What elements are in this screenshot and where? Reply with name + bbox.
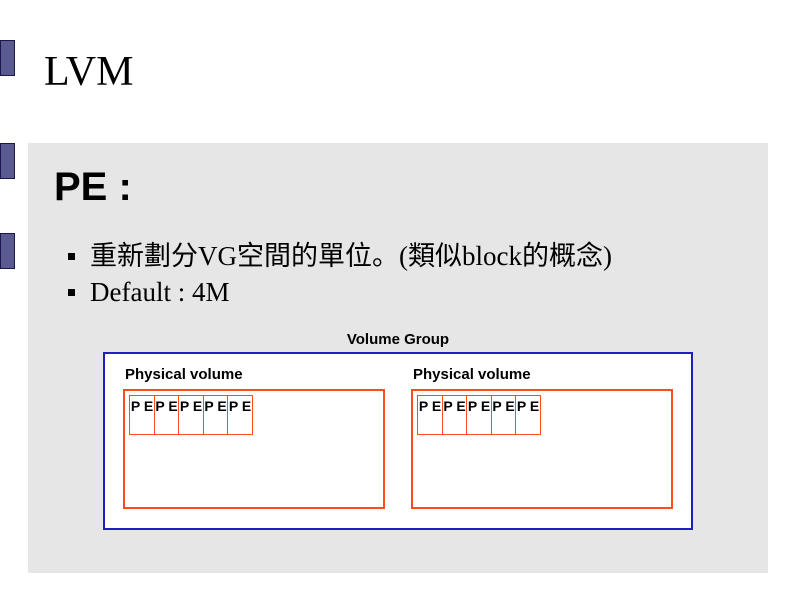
pe-cell: P E <box>417 395 443 435</box>
subheading: PE : <box>54 165 742 210</box>
slide-title-area: LVM <box>28 40 768 120</box>
slide-left-marks <box>0 0 28 595</box>
pe-cell: P E <box>491 395 517 435</box>
pe-cell: P E <box>466 395 492 435</box>
pv-box: P E P E P E P E P E <box>411 389 673 509</box>
pv-label: Physical volume <box>411 366 673 383</box>
physical-volume: Physical volume P E P E P E P E P E <box>411 366 673 516</box>
bullet-list: 重新劃分VG空間的單位。(類似block的概念) Default : 4M <box>54 238 742 311</box>
pv-box: P E P E P E P E P E <box>123 389 385 509</box>
volume-group-diagram: Volume Group Physical volume P E P E P E… <box>103 331 693 530</box>
pe-cell: P E <box>203 395 229 435</box>
bullet-item: Default : 4M <box>68 274 742 310</box>
mark <box>0 143 15 179</box>
pe-cell: P E <box>154 395 180 435</box>
pe-cell: P E <box>515 395 541 435</box>
bullet-item: 重新劃分VG空間的單位。(類似block的概念) <box>68 238 742 274</box>
slide-title: LVM <box>44 48 768 96</box>
pe-cell: P E <box>178 395 204 435</box>
vg-label: Volume Group <box>103 331 693 348</box>
pe-cell: P E <box>227 395 253 435</box>
slide-body: PE : 重新劃分VG空間的單位。(類似block的概念) Default : … <box>28 143 768 573</box>
pe-cell: P E <box>129 395 155 435</box>
mark <box>0 233 15 269</box>
mark <box>0 40 15 76</box>
physical-volume: Physical volume P E P E P E P E P E <box>123 366 385 516</box>
pe-cell: P E <box>442 395 468 435</box>
pv-label: Physical volume <box>123 366 385 383</box>
vg-box: Physical volume P E P E P E P E P E Phys… <box>103 352 693 530</box>
